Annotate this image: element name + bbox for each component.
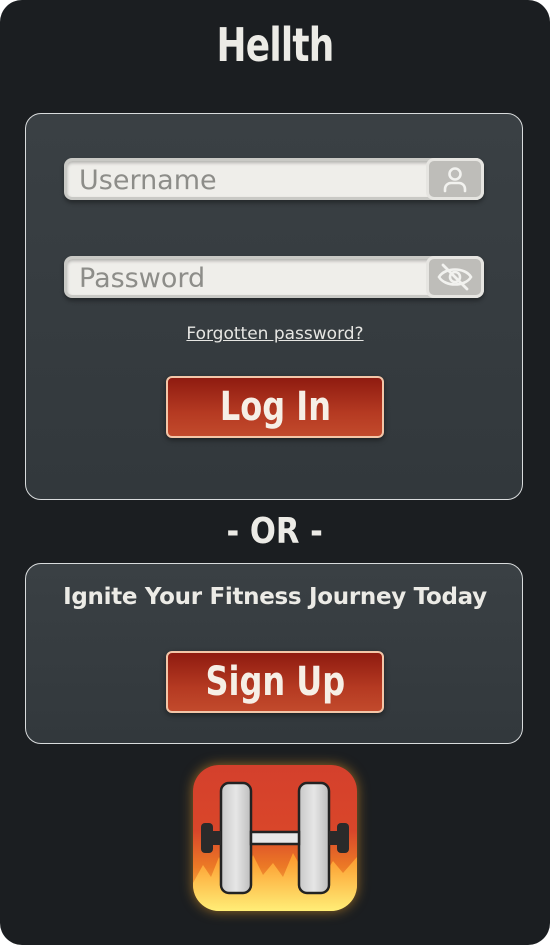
signup-button[interactable]: Sign Up xyxy=(166,651,384,713)
app-title: Hellth xyxy=(216,18,335,72)
user-icon[interactable] xyxy=(426,158,484,200)
or-divider: - OR - xyxy=(0,511,550,552)
signup-tagline: Ignite Your Fitness Journey Today xyxy=(63,584,487,610)
app-screen: Hellth Forgotten password? xyxy=(0,0,550,945)
eye-off-icon[interactable] xyxy=(426,256,484,298)
or-divider-label: - OR - xyxy=(226,511,324,552)
username-field-container xyxy=(64,158,484,200)
signup-card: Ignite Your Fitness Journey Today Sign U… xyxy=(25,563,523,744)
dumbbell-flame-logo xyxy=(193,765,357,911)
login-button[interactable]: Log In xyxy=(166,376,384,438)
forgot-password-link[interactable]: Forgotten password? xyxy=(26,324,524,344)
signup-button-label: Sign Up xyxy=(205,659,345,705)
login-card: Forgotten password? Log In xyxy=(25,113,523,500)
login-button-label: Log In xyxy=(219,384,331,430)
password-field-container xyxy=(64,256,484,298)
username-input[interactable] xyxy=(77,161,421,199)
password-input[interactable] xyxy=(77,259,421,297)
